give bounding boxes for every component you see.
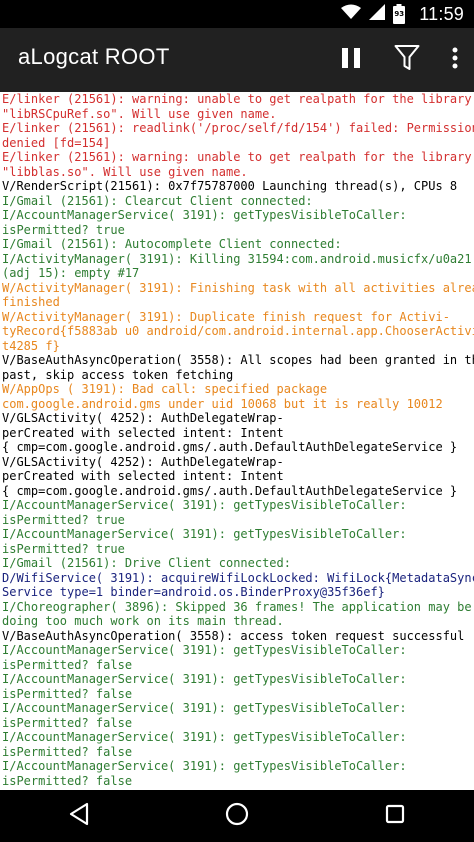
log-line: I/Gmail (21561): Clearcut Client connect… [2,193,313,208]
log-line: perCreated with selected intent: Intent [2,425,284,440]
log-line: W/ActivityManager( 3191): Duplicate fini… [2,309,450,324]
recents-icon [385,804,405,828]
log-line: I/AccountManagerService( 3191): getTypes… [2,672,407,686]
log-line: Service type=1 binder=android.os.BinderP… [2,585,385,599]
log-line: I/AccountManagerService( 3191): getTypes… [2,643,407,657]
pause-icon [341,47,361,73]
log-line: I/AccountManagerService( 3191): getTypes… [2,527,407,541]
app-actions [336,28,462,92]
log-line: W/AppOps ( 3191): Bad call: specified pa… [2,382,328,396]
log-view[interactable]: E/linker (21561): warning: unable to get… [0,92,474,790]
status-icons: 93 11:59 [341,0,464,28]
log-line: t4285 f} [2,338,60,353]
log-line: isPermitted? true [2,541,125,556]
log-line: past, skip access token fetching [2,367,234,382]
battery-icon: 93 [393,4,406,24]
log-line: V/GLSActivity( 4252): AuthDelegateWrap- [2,411,284,425]
nav-bar [0,790,474,842]
back-icon [68,802,90,830]
log-line: denied [fd=154] [2,135,111,150]
log-line: I/AccountManagerService( 3191): getTypes… [2,701,407,715]
log-line: I/AccountManagerService( 3191): getTypes… [2,759,407,773]
log-line: I/AccountManagerService( 3191): getTypes… [2,730,407,744]
log-line: perCreated with selected intent: Intent [2,469,284,483]
cellular-icon [369,4,386,24]
log-line: isPermitted? false [2,715,133,730]
log-line: (adj 15): empty #17 [2,266,140,280]
status-bar: 93 11:59 [0,0,474,28]
status-time: 11:59 [419,3,464,24]
log-line: V/GLSActivity( 4252): AuthDelegateWrap- [2,454,284,469]
filter-icon [394,44,420,76]
log-line: isPermitted? true [2,222,125,237]
log-line: V/RenderScript(21561): 0x7f75787000 Laun… [2,179,458,193]
log-line: D/WifiService( 3191): acquireWifiLockLoc… [2,570,474,585]
pause-button[interactable] [336,40,366,80]
more-vert-icon [452,47,458,73]
log-line: isPermitted? false [2,744,133,759]
log-line: I/Gmail (21561): Drive Client connected: [2,556,291,570]
log-line: I/AccountManagerService( 3191): getTypes… [2,208,407,222]
log-line: tyRecord{f5883ab u0 android/com.android.… [2,324,474,338]
log-line: isPermitted? false [2,773,133,788]
log-line: com.google.android.gms under uid 10068 b… [2,396,443,411]
log-line: E/linker (21561): warning: unable to get… [2,150,472,164]
log-line: E/linker (21561): readlink('/proc/self/f… [2,121,474,135]
filter-button[interactable] [392,40,422,80]
log-line: "libRSCpuRef.so". Will use given name. [2,106,277,121]
log-line: "libblas.so". Will use given name. [2,164,248,179]
log-line: finished [2,295,60,309]
log-line: I/Gmail (21561): Autocomplete Client con… [2,237,342,251]
log-line: I/Choreographer( 3896): Skipped 36 frame… [2,599,472,614]
log-line: isPermitted? false [2,686,133,701]
log-line: { cmp=com.google.android.gms/.auth.Defau… [2,440,458,454]
recents-button[interactable] [365,794,425,838]
log-line: I/ActivityManager( 3191): Killing 31594:… [2,251,472,266]
wifi-icon [341,4,362,24]
log-line: I/AccountManagerService( 3191): getTypes… [2,498,407,512]
log-line: W/ActivityManager( 3191): Finishing task… [2,280,474,295]
overflow-menu-button[interactable] [448,40,462,80]
log-line: V/BaseAuthAsyncOperation( 3558): All sco… [2,353,474,367]
home-button[interactable] [207,794,267,838]
app-title: aLogcat ROOT [18,44,170,69]
log-line: isPermitted? false [2,657,133,672]
app-bar: aLogcat ROOT [0,28,474,92]
log-line: V/BaseAuthAsyncOperation( 3558): access … [2,628,465,643]
log-line: doing too much work on its main thread. [2,614,284,628]
home-icon [225,802,249,830]
log-line: isPermitted? true [2,512,125,527]
log-line: { cmp=com.google.android.gms/.auth.Defau… [2,483,458,498]
battery-level: 93 [394,10,405,18]
back-button[interactable] [49,794,109,838]
log-line: E/linker (21561): warning: unable to get… [2,92,472,106]
